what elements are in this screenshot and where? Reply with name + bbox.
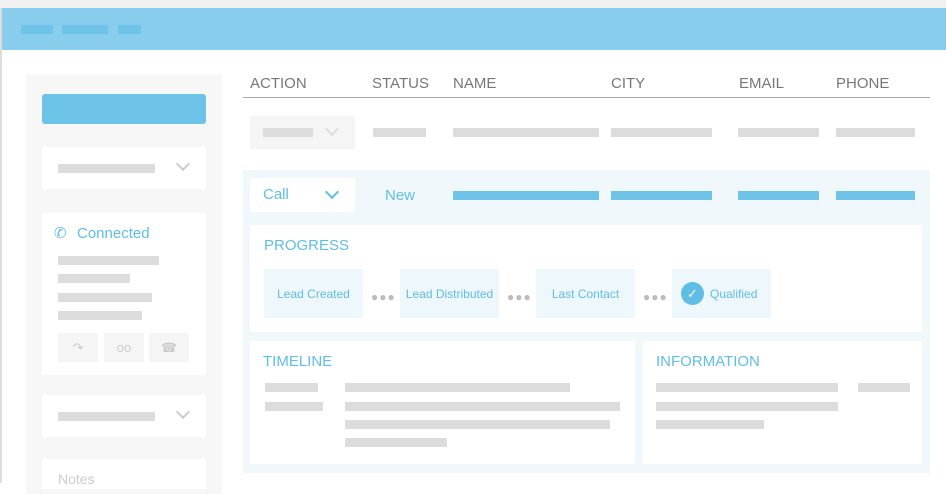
- timeline-panel: TIMELINE: [250, 341, 635, 464]
- dots-icon: ●●●: [643, 290, 668, 304]
- column-header[interactable]: PHONE: [836, 75, 889, 92]
- primary-button[interactable]: [42, 94, 206, 124]
- nav-item[interactable]: [118, 25, 141, 34]
- hangup-icon[interactable]: ☎: [149, 333, 189, 362]
- app-header: [2, 8, 946, 50]
- status-badge: New: [385, 187, 416, 204]
- step-lead-distributed[interactable]: Lead Distributed: [400, 269, 499, 318]
- call-status: Connected: [77, 225, 150, 242]
- placeholder-bar: [611, 128, 712, 137]
- nav-item[interactable]: [62, 25, 108, 34]
- divider: [0, 8, 2, 483]
- placeholder-bar: [58, 256, 159, 265]
- column-header[interactable]: ACTION: [250, 75, 307, 92]
- column-header[interactable]: EMAIL: [739, 75, 784, 92]
- notes-field[interactable]: Notes: [42, 459, 206, 489]
- placeholder-bar: [58, 412, 155, 421]
- placeholder-bar: [738, 128, 819, 137]
- placeholder-bar: [858, 383, 910, 392]
- placeholder-bar: [58, 311, 142, 320]
- placeholder-bar: [611, 191, 712, 200]
- placeholder-bar: [263, 128, 313, 137]
- step-qualified[interactable]: ✓ Qualified: [672, 269, 771, 318]
- step-lead-created[interactable]: Lead Created: [264, 269, 363, 318]
- chevron-down-icon: [324, 121, 340, 137]
- placeholder-bar: [265, 383, 318, 392]
- placeholder-bar: [58, 274, 130, 283]
- placeholder-bar: [836, 191, 915, 200]
- action-dropdown[interactable]: [250, 116, 355, 149]
- placeholder-bar: [738, 191, 819, 200]
- placeholder-bar: [836, 128, 915, 137]
- chevron-down-icon: [324, 184, 340, 200]
- header-divider: [243, 97, 930, 98]
- chevron-down-icon: [175, 156, 191, 172]
- information-panel: INFORMATION: [643, 341, 922, 464]
- placeholder-bar: [58, 293, 152, 302]
- placeholder-bar: [453, 191, 599, 200]
- placeholder-bar: [656, 402, 838, 411]
- dots-icon: ●●●: [507, 290, 532, 304]
- placeholder-bar: [373, 128, 426, 137]
- column-header[interactable]: STATUS: [372, 75, 429, 92]
- sidebar-dropdown-2[interactable]: [42, 395, 206, 437]
- column-header[interactable]: CITY: [611, 75, 645, 92]
- voicemail-icon[interactable]: oo: [104, 333, 144, 362]
- placeholder-bar: [656, 420, 764, 429]
- check-icon: ✓: [681, 282, 704, 305]
- information-title: INFORMATION: [656, 353, 760, 370]
- dots-icon: ●●●: [371, 290, 396, 304]
- placeholder-bar: [265, 402, 323, 411]
- forward-icon[interactable]: ↷: [58, 333, 98, 362]
- sidebar-dropdown[interactable]: [42, 147, 206, 189]
- phone-icon: ✆: [54, 225, 67, 242]
- timeline-title: TIMELINE: [263, 353, 333, 370]
- placeholder-bar: [345, 402, 620, 411]
- window-top: [0, 0, 946, 8]
- step-last-contact[interactable]: Last Contact: [536, 269, 635, 318]
- progress-title: PROGRESS: [264, 237, 350, 254]
- column-header[interactable]: NAME: [453, 75, 496, 92]
- placeholder-bar: [345, 383, 570, 392]
- placeholder-bar: [58, 164, 155, 173]
- placeholder-bar: [453, 128, 599, 137]
- nav-item[interactable]: [21, 25, 53, 34]
- placeholder-bar: [345, 438, 447, 447]
- chevron-down-icon: [175, 404, 191, 420]
- placeholder-bar: [656, 383, 838, 392]
- placeholder-bar: [345, 420, 610, 429]
- action-dropdown-active[interactable]: Call: [250, 178, 355, 212]
